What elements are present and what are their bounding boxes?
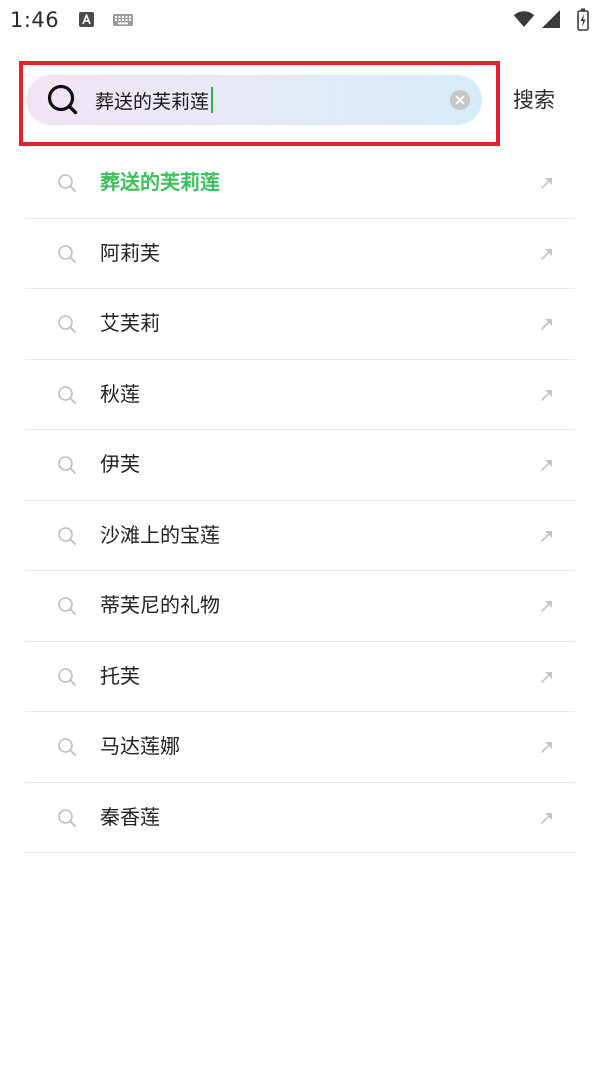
arrow-up-right-icon[interactable]	[540, 811, 554, 825]
arrow-up-right-icon[interactable]	[540, 529, 554, 543]
suggestion-item[interactable]: 阿莉芙	[25, 219, 575, 289]
suggestion-item[interactable]: 托芙	[25, 642, 575, 712]
search-header: 葬送的芙莉莲 搜索	[0, 0, 600, 150]
suggestion-label: 沙滩上的宝莲	[100, 522, 220, 547]
suggestion-label: 秦香莲	[100, 804, 160, 829]
arrow-up-right-icon[interactable]	[540, 247, 554, 261]
suggestion-item[interactable]: 葬送的芙莉莲	[25, 148, 575, 219]
search-input[interactable]: 葬送的芙莉莲	[26, 75, 482, 125]
search-icon	[57, 667, 77, 687]
arrow-up-right-icon[interactable]	[540, 599, 554, 613]
search-icon	[57, 244, 77, 264]
search-icon	[57, 526, 77, 546]
arrow-up-right-icon[interactable]	[540, 458, 554, 472]
suggestion-item[interactable]: 秦香莲	[25, 783, 575, 853]
arrow-up-right-icon[interactable]	[540, 740, 554, 754]
search-icon	[57, 314, 77, 334]
suggestion-label: 艾芙莉	[100, 311, 160, 335]
arrow-up-right-icon[interactable]	[540, 388, 554, 402]
suggestion-label: 托芙	[100, 663, 140, 688]
clear-icon[interactable]	[449, 89, 471, 111]
suggestion-item[interactable]: 艾芙莉	[25, 289, 575, 360]
search-icon	[57, 596, 77, 616]
suggestion-list: 葬送的芙莉莲 阿莉芙 艾芙莉 秋莲 伊芙 沙滩上的宝莲 蒂芙尼的礼物 托芙 马达…	[25, 148, 575, 853]
suggestion-item[interactable]: 伊芙	[25, 430, 575, 501]
suggestion-label: 伊芙	[100, 452, 140, 476]
suggestion-label: 蒂芙尼的礼物	[100, 593, 220, 617]
arrow-up-right-icon[interactable]	[540, 670, 554, 684]
search-icon	[46, 83, 80, 117]
suggestion-item[interactable]: 蒂芙尼的礼物	[25, 571, 575, 642]
search-icon	[57, 455, 77, 475]
search-icon	[57, 173, 77, 193]
suggestion-label: 阿莉芙	[100, 240, 160, 265]
suggestion-item[interactable]: 秋莲	[25, 360, 575, 430]
suggestion-label: 葬送的芙莉莲	[100, 170, 220, 194]
text-cursor	[211, 87, 214, 113]
arrow-up-right-icon[interactable]	[540, 176, 554, 190]
suggestion-item[interactable]: 沙滩上的宝莲	[25, 501, 575, 571]
search-icon	[57, 808, 77, 828]
search-icon	[57, 737, 77, 757]
search-icon	[57, 385, 77, 405]
search-query-wrap: 葬送的芙莉莲	[95, 75, 214, 125]
suggestion-label: 秋莲	[100, 381, 140, 406]
search-query-text: 葬送的芙莉莲	[95, 90, 210, 113]
suggestion-label: 马达莲娜	[100, 734, 180, 758]
suggestion-item[interactable]: 马达莲娜	[25, 712, 575, 783]
search-button[interactable]: 搜索	[513, 86, 555, 114]
arrow-up-right-icon[interactable]	[540, 317, 554, 331]
